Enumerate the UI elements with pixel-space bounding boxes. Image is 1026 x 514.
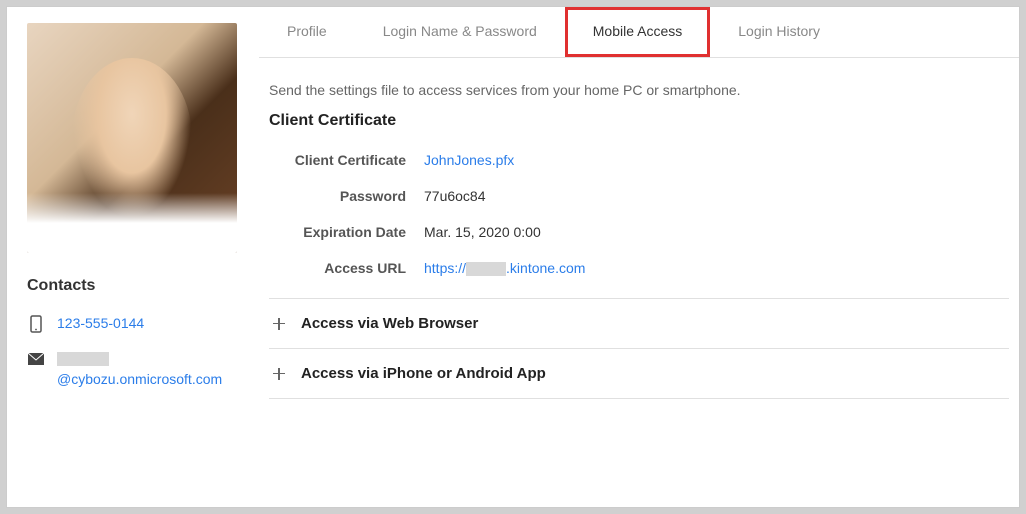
content: Send the settings file to access service… [259,58,1019,419]
field-value-password: 77u6oc84 [424,188,486,204]
accordion-web-browser[interactable]: Access via Web Browser [269,299,1009,349]
field-label-password: Password [269,188,424,204]
field-expiration: Expiration Date Mar. 15, 2020 0:00 [269,214,1009,250]
contact-email-link[interactable]: @cybozu.onmicrosoft.com [57,348,239,390]
description: Send the settings file to access service… [269,82,1009,98]
tab-mobile-access[interactable]: Mobile Access [565,7,710,57]
accordion-mobile-app[interactable]: Access via iPhone or Android App [269,349,1009,399]
section-title: Client Certificate [269,112,1009,130]
accordion-title-app: Access via iPhone or Android App [301,365,546,382]
avatar [27,23,237,253]
page-container: Contacts 123-555-0144 @cybozu.onmicrosof… [6,6,1020,508]
field-client-certificate: Client Certificate JohnJones.pfx [269,142,1009,178]
field-label-url: Access URL [269,260,424,276]
field-password: Password 77u6oc84 [269,178,1009,214]
plus-icon [271,316,287,332]
tab-profile[interactable]: Profile [259,7,355,57]
contacts-heading: Contacts [27,277,239,295]
accordion-title-web: Access via Web Browser [301,315,478,332]
phone-icon [27,315,45,333]
plus-icon [271,366,287,382]
field-label-expiration: Expiration Date [269,224,424,240]
email-redacted [57,352,109,366]
tabs: Profile Login Name & Password Mobile Acc… [259,7,1019,58]
url-prefix: https:// [424,260,466,276]
field-value-expiration: Mar. 15, 2020 0:00 [424,224,541,240]
field-access-url: Access URL https:// .kintone.com [269,250,1009,286]
access-url-link[interactable]: https:// .kintone.com [424,260,585,276]
sidebar: Contacts 123-555-0144 @cybozu.onmicrosof… [7,7,259,507]
email-suffix: @cybozu.onmicrosoft.com [57,371,222,387]
client-certificate-link[interactable]: JohnJones.pfx [424,152,514,168]
email-icon [27,350,45,368]
contact-phone-row: 123-555-0144 [27,313,239,334]
accordion: Access via Web Browser Access via iPhone… [269,298,1009,399]
url-suffix: .kintone.com [506,260,585,276]
field-label-cert: Client Certificate [269,152,424,168]
field-list: Client Certificate JohnJones.pfx Passwor… [269,142,1009,286]
contact-phone-link[interactable]: 123-555-0144 [57,313,144,334]
main: Profile Login Name & Password Mobile Acc… [259,7,1019,507]
tab-login-name-password[interactable]: Login Name & Password [355,7,565,57]
tab-login-history[interactable]: Login History [710,7,848,57]
url-redacted [466,262,506,276]
contact-email-row: @cybozu.onmicrosoft.com [27,348,239,390]
